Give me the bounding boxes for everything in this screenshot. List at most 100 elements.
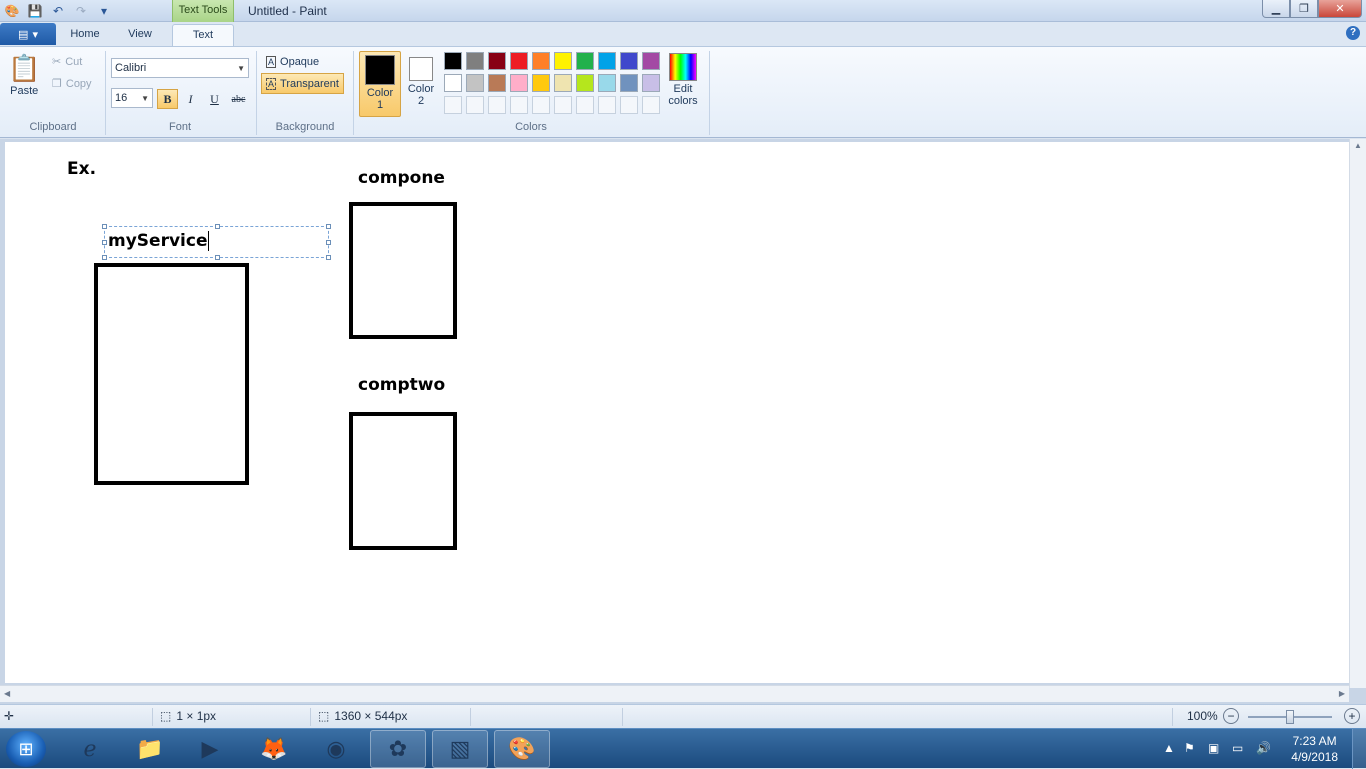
drawn-rectangle-comptwo <box>349 412 457 550</box>
customize-qat-icon[interactable]: ▾ <box>94 2 114 20</box>
redo-icon[interactable]: ↷ <box>71 2 91 20</box>
custom-color-slot[interactable] <box>466 96 484 114</box>
custom-color-slot[interactable] <box>532 96 550 114</box>
status-divider <box>622 708 623 726</box>
custom-color-slot[interactable] <box>510 96 528 114</box>
palette-swatch[interactable] <box>466 74 484 92</box>
palette-swatch[interactable] <box>444 52 462 70</box>
tab-view[interactable]: View <box>118 24 162 46</box>
custom-color-slot[interactable] <box>642 96 660 114</box>
palette-swatch[interactable] <box>642 74 660 92</box>
custom-color-slot[interactable] <box>576 96 594 114</box>
palette-swatch[interactable] <box>488 74 506 92</box>
color1-button[interactable]: Color 1 <box>359 51 401 117</box>
close-button[interactable]: ✕ <box>1318 0 1362 18</box>
palette-swatch[interactable] <box>642 52 660 70</box>
strikethrough-button[interactable]: abc <box>228 89 249 109</box>
zoom-in-button[interactable]: + <box>1344 708 1360 724</box>
show-hidden-icons-icon[interactable]: ▲ <box>1163 741 1175 755</box>
file-explorer-icon[interactable]: 📁 <box>122 730 178 768</box>
drawing-canvas[interactable]: Ex. compone comptwo myService <box>5 142 1349 683</box>
palette-swatch[interactable] <box>554 74 572 92</box>
start-button[interactable]: ⊞ <box>6 731 46 767</box>
palette-swatch[interactable] <box>554 52 572 70</box>
canvas-text-comptwo: comptwo <box>358 375 446 395</box>
resize-handle[interactable] <box>102 240 107 245</box>
resize-handle[interactable] <box>215 224 220 229</box>
font-family-combo[interactable]: Calibri ▼ <box>111 58 249 78</box>
palette-swatch[interactable] <box>532 74 550 92</box>
edit-colors-button[interactable]: Edit colors <box>666 53 700 107</box>
undo-icon[interactable]: ↶ <box>48 2 68 20</box>
cut-button[interactable]: ✂ Cut <box>52 55 82 69</box>
firefox-icon[interactable]: 🦊 <box>246 730 302 768</box>
custom-color-slot[interactable] <box>444 96 462 114</box>
palette-swatch[interactable] <box>598 74 616 92</box>
text-edit-content[interactable]: myService <box>108 231 210 251</box>
system-clock[interactable]: 7:23 AM 4/9/2018 <box>1291 733 1338 765</box>
bold-button[interactable]: B <box>157 89 178 109</box>
taskbar-app-window-icon[interactable]: ▧ <box>432 730 488 768</box>
network-icon[interactable]: ▭ <box>1232 741 1243 755</box>
text-edit-box[interactable]: myService <box>102 224 331 260</box>
palette-swatch[interactable] <box>620 74 638 92</box>
scroll-left-icon[interactable]: ◀ <box>4 689 10 698</box>
scroll-up-icon[interactable]: ▲ <box>1354 141 1362 150</box>
internet-explorer-icon[interactable]: ℯ <box>62 730 118 768</box>
resize-handle[interactable] <box>326 255 331 260</box>
palette-swatch[interactable] <box>466 52 484 70</box>
paint-menu-button[interactable]: ▤ ▾ <box>0 23 56 45</box>
zoom-slider[interactable] <box>1248 710 1332 724</box>
palette-swatch[interactable] <box>576 52 594 70</box>
color2-button[interactable]: Color 2 <box>403 51 439 117</box>
resize-handle[interactable] <box>326 224 331 229</box>
vertical-scrollbar[interactable]: ▲ <box>1349 139 1366 688</box>
transparent-icon: A <box>266 77 277 90</box>
palette-swatch[interactable] <box>488 52 506 70</box>
paint-app-icon[interactable]: 🎨 <box>2 2 22 20</box>
tab-text[interactable]: Text <box>172 24 234 46</box>
resize-handle[interactable] <box>215 255 220 260</box>
palette-swatch[interactable] <box>510 52 528 70</box>
palette-swatch[interactable] <box>620 52 638 70</box>
selection-size-value: 1 × 1px <box>176 709 217 723</box>
paint-taskbar-icon[interactable]: 🎨 <box>494 730 550 768</box>
paste-button[interactable]: 📋 Paste <box>8 53 40 97</box>
devices-icon[interactable]: ▣ <box>1208 741 1219 755</box>
custom-color-slot[interactable] <box>488 96 506 114</box>
restore-button[interactable]: ❐ <box>1290 0 1318 18</box>
custom-color-slot[interactable] <box>598 96 616 114</box>
help-icon[interactable]: ? <box>1346 26 1360 40</box>
palette-swatch[interactable] <box>576 74 594 92</box>
resize-handle[interactable] <box>102 255 107 260</box>
font-size-combo[interactable]: 16 ▼ <box>111 88 153 108</box>
italic-button[interactable]: I <box>180 89 201 109</box>
palette-swatch[interactable] <box>444 74 462 92</box>
palette-swatch[interactable] <box>510 74 528 92</box>
zoom-slider-thumb[interactable] <box>1286 710 1294 724</box>
save-icon[interactable]: 💾 <box>25 2 45 20</box>
media-player-icon[interactable]: ▶ <box>182 730 238 768</box>
volume-icon[interactable]: 🔊 <box>1256 741 1271 755</box>
zoom-out-button[interactable]: − <box>1223 708 1239 724</box>
minimize-button[interactable]: ▁ <box>1262 0 1290 18</box>
action-center-icon[interactable]: ⚑ <box>1184 741 1195 755</box>
resize-handle[interactable] <box>102 224 107 229</box>
custom-color-slot[interactable] <box>554 96 572 114</box>
horizontal-scrollbar[interactable]: ◀ ▶ <box>0 685 1349 702</box>
underline-button[interactable]: U <box>204 89 225 109</box>
text-tools-context-label: Text Tools <box>172 0 234 22</box>
show-desktop-button[interactable] <box>1352 729 1366 769</box>
scroll-right-icon[interactable]: ▶ <box>1339 689 1345 698</box>
taskbar-app-flower-icon[interactable]: ✿ <box>370 730 426 768</box>
tab-home[interactable]: Home <box>62 24 108 46</box>
palette-swatch[interactable] <box>598 52 616 70</box>
copy-button[interactable]: ❐ Copy <box>52 77 92 91</box>
palette-swatch[interactable] <box>532 52 550 70</box>
custom-color-slot[interactable] <box>620 96 638 114</box>
transparent-button[interactable]: A Transparent <box>261 73 344 94</box>
window-title: Untitled - Paint <box>248 4 327 18</box>
chrome-icon[interactable]: ◉ <box>308 730 364 768</box>
resize-handle[interactable] <box>326 240 331 245</box>
opaque-button[interactable]: A Opaque <box>263 53 322 71</box>
